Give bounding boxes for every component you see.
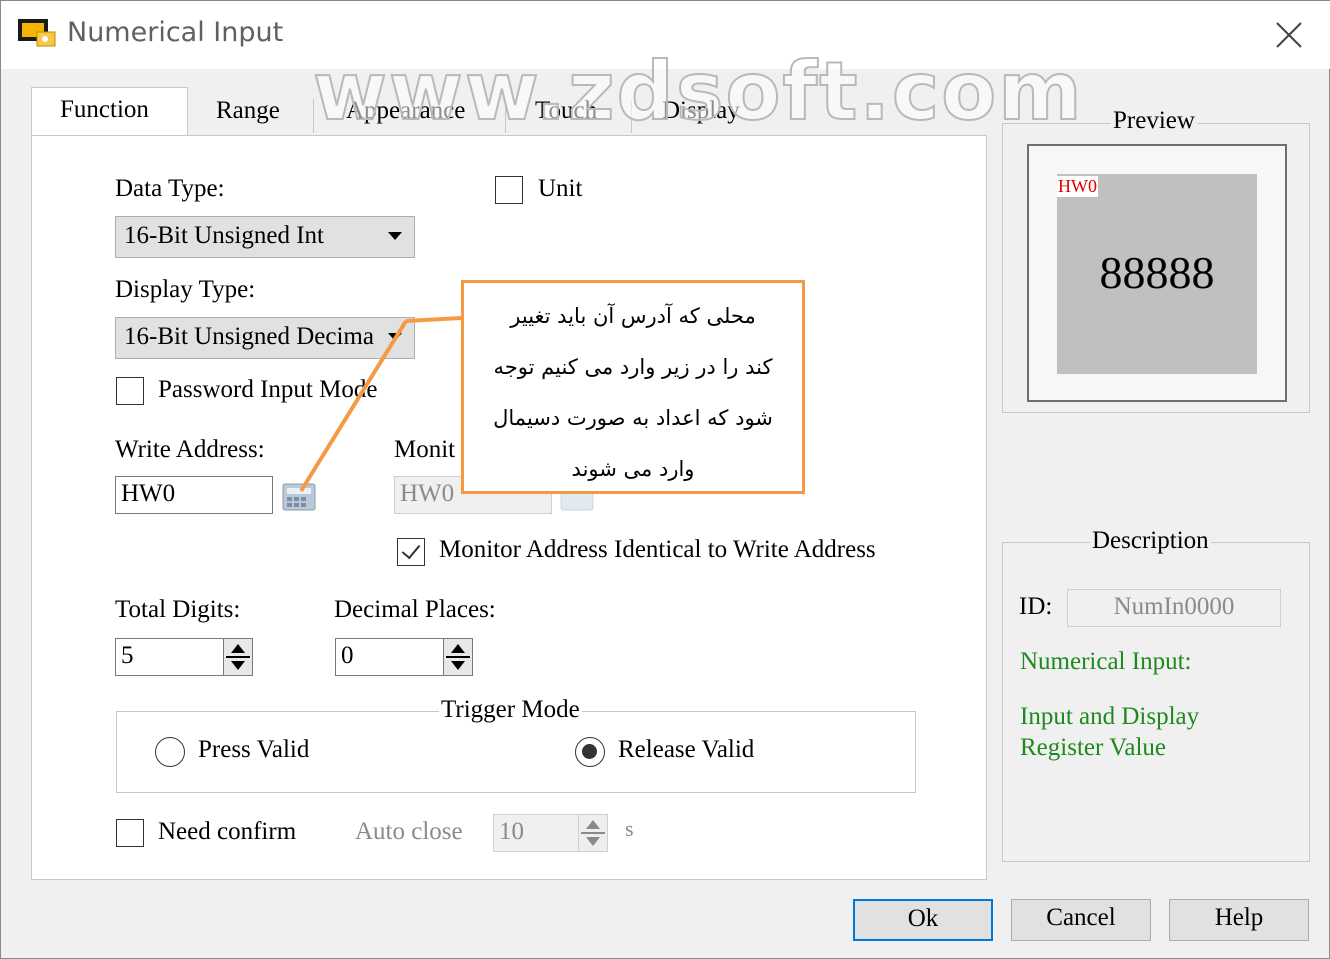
release-valid-radio[interactable] (575, 737, 605, 767)
id-label: ID: (1019, 593, 1053, 620)
title-bar: Numerical Input (1, 1, 1330, 69)
tab-touch[interactable]: Touch (535, 97, 597, 133)
tab-divider (313, 99, 314, 133)
description-text-line1: Input and Display (1020, 703, 1200, 730)
preview-box: HW0 88888 (1027, 144, 1287, 402)
auto-close-input[interactable]: 10 (493, 814, 581, 852)
preview-value: 88888 (1099, 247, 1215, 298)
write-address-input[interactable]: HW0 (115, 476, 273, 514)
tab-display[interactable]: Display (662, 97, 740, 133)
unit-label: Unit (538, 175, 583, 202)
annotation-arrow (299, 316, 462, 493)
description-text-line2: Register Value (1020, 734, 1167, 761)
tab-range[interactable]: Range (216, 97, 280, 133)
total-digits-label: Total Digits: (115, 596, 241, 623)
window-title: Numerical Input (67, 17, 284, 48)
description-type: Numerical Input: (1020, 648, 1192, 675)
monitor-identical-checkbox[interactable] (397, 538, 425, 566)
need-confirm-label: Need confirm (158, 818, 297, 845)
auto-close-label: Auto close (355, 818, 463, 845)
need-confirm-checkbox[interactable] (116, 819, 144, 847)
press-valid-radio[interactable] (155, 737, 185, 767)
write-address-label: Write Address: (115, 436, 265, 463)
data-type-label: Data Type: (115, 175, 225, 202)
annotation-line: محلی که آدرس آن باید تغییر (510, 304, 756, 328)
auto-close-spinner[interactable] (578, 814, 608, 852)
preview-widget: HW0 88888 (1057, 174, 1257, 374)
total-digits-spinner[interactable] (223, 638, 253, 676)
tab-divider (631, 99, 632, 133)
tab-function[interactable]: Function (31, 87, 188, 137)
decimal-places-label: Decimal Places: (334, 596, 496, 623)
tab-appearance[interactable]: Appearance (346, 97, 465, 133)
preview-title: Preview (1111, 107, 1197, 135)
id-field: NumIn0000 (1067, 589, 1281, 627)
annotation-line: کند را در زیر وارد می کنیم توجه (493, 355, 773, 379)
data-type-select[interactable]: 16-Bit Unsigned Int (115, 216, 415, 258)
close-icon[interactable] (1271, 17, 1307, 53)
annotation-callout: محلی که آدرس آن باید تغییر کند را در زیر… (461, 280, 805, 494)
release-valid-label: Release Valid (618, 736, 755, 763)
auto-close-unit: s (625, 816, 634, 841)
cancel-button[interactable]: Cancel (1011, 899, 1151, 941)
password-checkbox[interactable] (116, 377, 144, 405)
press-valid-label: Press Valid (198, 736, 310, 763)
unit-checkbox[interactable] (495, 176, 523, 204)
app-icon (18, 19, 56, 47)
monitor-identical-label: Monitor Address Identical to Write Addre… (439, 536, 876, 563)
display-type-label: Display Type: (115, 276, 256, 303)
decimal-places-spinner[interactable] (443, 638, 473, 676)
chevron-down-icon (388, 232, 402, 240)
annotation-line: شود که اعداد به صورت دسیمال (493, 406, 773, 430)
help-button[interactable]: Help (1169, 899, 1309, 941)
numerical-input-dialog: Numerical Input Function Range Appearanc… (0, 0, 1330, 959)
decimal-places-input[interactable]: 0 (335, 638, 445, 676)
annotation-line: وارد می شوند (571, 457, 695, 481)
tab-divider (505, 99, 506, 133)
ok-button[interactable]: Ok (853, 899, 993, 941)
trigger-mode-title: Trigger Mode (439, 696, 582, 724)
preview-address-tag: HW0 (1057, 176, 1098, 197)
description-title: Description (1090, 527, 1211, 555)
total-digits-input[interactable]: 5 (115, 638, 225, 676)
